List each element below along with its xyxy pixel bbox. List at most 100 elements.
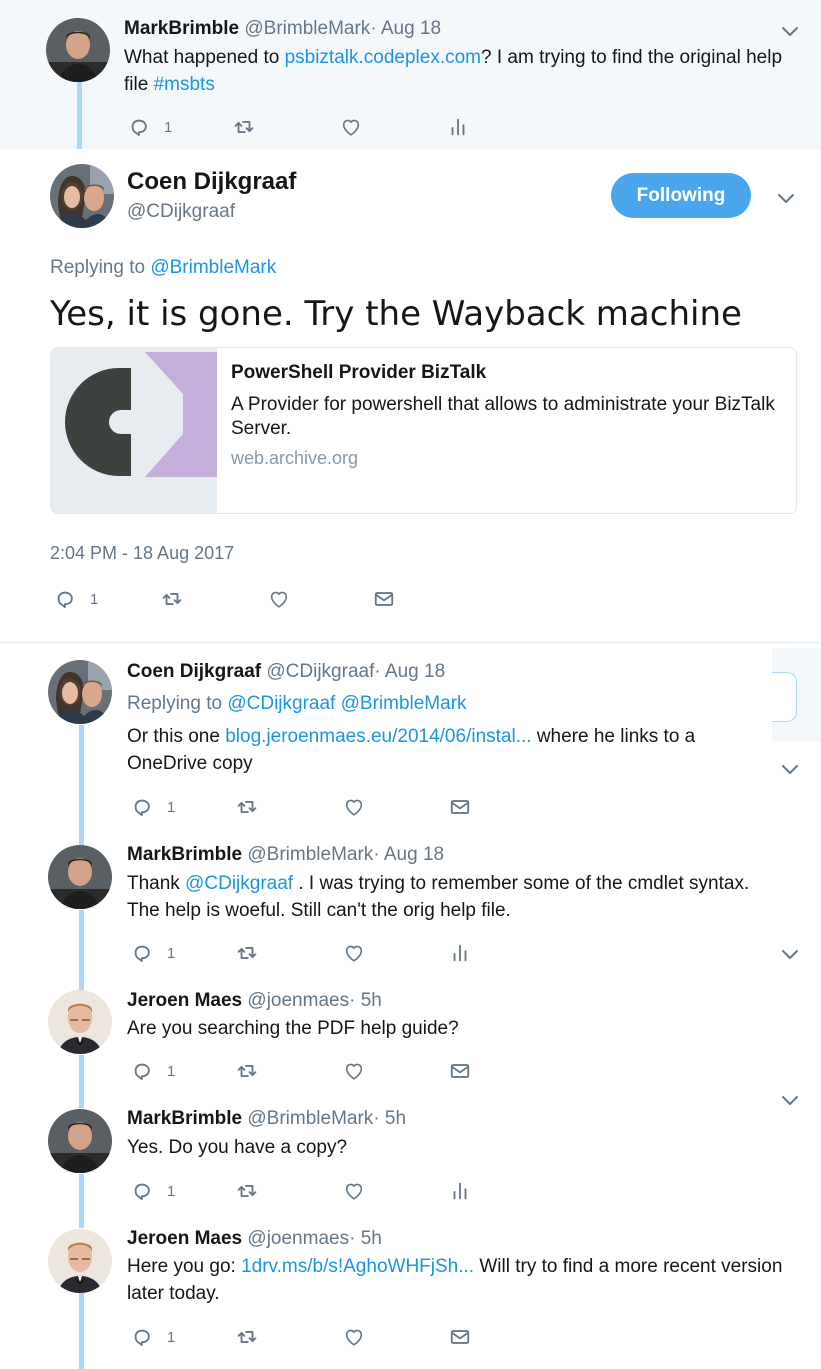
user-name[interactable]: Coen Dijkgraaf [127,661,261,682]
reply-button[interactable]: 1 [54,588,98,610]
tweet-link[interactable]: psbiztalk.codeplex.com [285,47,481,68]
direct-message-button[interactable] [373,588,395,610]
reply-button[interactable]: 1 [131,942,175,964]
direct-message-button[interactable] [449,796,471,818]
reply-button[interactable]: 1 [128,116,172,138]
avatar[interactable] [48,1109,112,1173]
like-button[interactable] [268,588,290,610]
retweet-icon [160,588,184,610]
mention-link[interactable]: @BrimbleMark [341,693,467,714]
reply-icon [131,1180,153,1202]
link-card[interactable]: PowerShell Provider BizTalk A Provider f… [50,347,797,514]
retweet-button[interactable] [160,588,184,610]
user-name[interactable]: MarkBrimble [127,844,242,865]
tweet-text-part: Or this one [127,726,220,747]
user-handle[interactable]: @BrimbleMark [247,1108,373,1129]
separator: · [373,1108,380,1129]
tweet-timestamp[interactable]: 2:04 PM - 18 Aug 2017 [50,543,234,564]
reply-button[interactable]: 1 [131,1060,175,1082]
retweet-button[interactable] [232,116,256,138]
chevron-down-icon[interactable] [774,186,798,210]
avatar-photo-icon [48,660,112,724]
retweet-button[interactable] [235,1326,259,1348]
avatar[interactable] [48,990,112,1054]
direct-message-button[interactable] [449,1060,471,1082]
avatar[interactable] [46,18,110,82]
chevron-down-icon[interactable] [778,757,802,781]
user-name[interactable]: MarkBrimble [124,18,239,39]
tweet-link[interactable]: blog.jeroenmaes.eu/2014/06/instal... [225,726,531,747]
reply-input-edge[interactable] [772,672,797,722]
retweet-button[interactable] [235,1060,259,1082]
like-button[interactable] [343,1180,365,1202]
avatar[interactable] [48,845,112,909]
replying-label: Replying to [50,257,146,278]
mention-link[interactable]: @CDijkgraaf [185,873,293,894]
avatar[interactable] [48,1229,112,1293]
tweet-header: MarkBrimble @BrimbleMark· Aug 18 [127,844,444,866]
user-handle[interactable]: @CDijkgraaf [266,661,374,682]
analytics-button[interactable] [449,942,471,964]
avatar[interactable] [50,164,114,228]
reply-count: 1 [167,944,176,962]
like-button[interactable] [343,1326,365,1348]
like-button[interactable] [340,116,362,138]
tweet-text: Yes. Do you have a copy? [127,1134,777,1161]
separator: · [374,661,381,682]
thread-line [79,1174,84,1228]
tweet-link[interactable]: 1drv.ms/b/s!AghoWHFjSh... [241,1256,474,1277]
separator: · [349,1228,356,1249]
retweet-button[interactable] [235,942,259,964]
timestamp[interactable]: 5h [361,990,382,1011]
following-button[interactable]: Following [611,173,751,218]
hashtag-link[interactable]: #msbts [154,74,215,95]
like-icon [343,1326,365,1348]
user-name[interactable]: MarkBrimble [127,1108,242,1129]
like-icon [343,1060,365,1082]
timestamp[interactable]: 5h [361,1228,382,1249]
reply-button[interactable]: 1 [131,1180,175,1202]
user-handle[interactable]: @joenmaes [247,990,349,1011]
timestamp[interactable]: Aug 18 [381,18,441,39]
analytics-icon [449,1180,471,1202]
reply-icon [54,588,76,610]
mention-link[interactable]: @BrimbleMark [150,257,276,278]
chevron-down-icon[interactable] [778,1088,802,1112]
reply-button[interactable]: 1 [131,1326,175,1348]
tweet-header: Jeroen Maes @joenmaes· 5h [127,990,382,1012]
thread-line [79,1055,84,1108]
like-button[interactable] [343,942,365,964]
mention-link[interactable]: @CDijkgraaf [227,693,335,714]
replying-to: Replying to @CDijkgraaf @BrimbleMark [127,693,467,715]
user-handle[interactable]: @BrimbleMark [244,18,370,39]
user-handle[interactable]: @CDijkgraaf [127,201,235,223]
chevron-down-icon[interactable] [778,19,802,43]
chevron-down-icon[interactable] [778,942,802,966]
analytics-button[interactable] [447,116,469,138]
like-button[interactable] [343,796,365,818]
reply-count: 1 [167,1062,176,1080]
analytics-button[interactable] [449,1180,471,1202]
analytics-icon [449,942,471,964]
tweet-text-part: Here you go: [127,1256,236,1277]
tweet-header: MarkBrimble @BrimbleMark· 5h [127,1108,406,1130]
user-handle[interactable]: @BrimbleMark [247,844,373,865]
direct-message-button[interactable] [449,1326,471,1348]
reply-button[interactable]: 1 [131,796,175,818]
retweet-button[interactable] [235,1180,259,1202]
timestamp[interactable]: Aug 18 [384,844,444,865]
replying-label: Replying to [127,693,223,714]
timestamp[interactable]: 5h [385,1108,406,1129]
user-name[interactable]: Coen Dijkgraaf [127,168,296,196]
like-button[interactable] [343,1060,365,1082]
thread-line [77,82,82,149]
reply-icon [131,1060,153,1082]
retweet-button[interactable] [235,796,259,818]
timestamp[interactable]: Aug 18 [385,661,445,682]
card-title: PowerShell Provider BizTalk [231,362,487,383]
user-name[interactable]: Jeroen Maes [127,990,242,1011]
avatar[interactable] [48,660,112,724]
user-handle[interactable]: @joenmaes [247,1228,349,1249]
card-image [51,348,217,513]
user-name[interactable]: Jeroen Maes [127,1228,242,1249]
